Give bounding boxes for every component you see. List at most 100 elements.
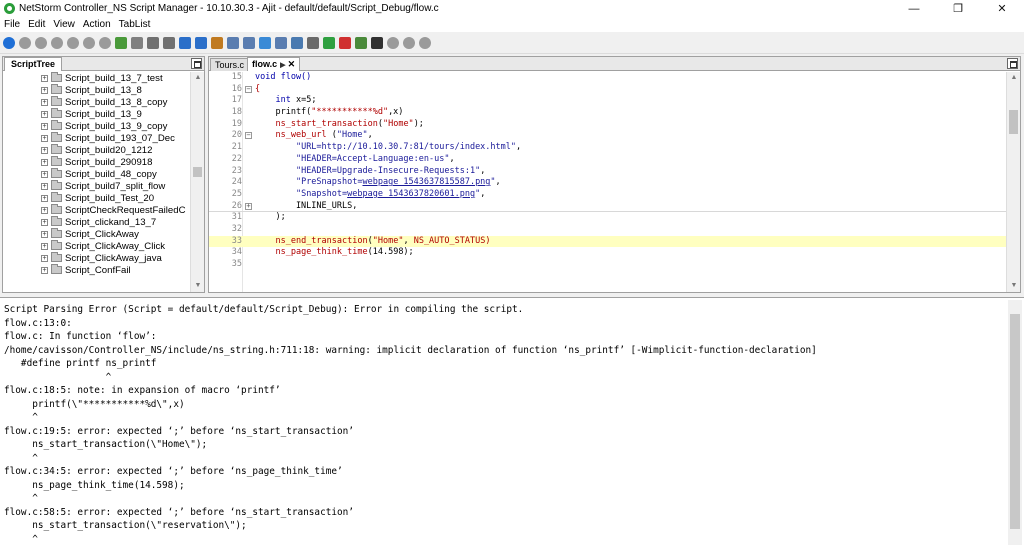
code-token: , — [480, 165, 486, 176]
menu-tablist[interactable]: TabList — [115, 19, 155, 30]
output-line: flow.c:34:5: error: expected ‘;’ before … — [4, 466, 343, 477]
image-icon[interactable] — [291, 36, 303, 49]
tree-item[interactable]: + ScriptCheckRequestFailedC — [41, 204, 190, 216]
expand-fold-icon[interactable]: + — [245, 202, 252, 210]
minimize-button[interactable]: — — [892, 0, 936, 17]
collapse-fold-icon[interactable]: − — [245, 132, 252, 140]
tree-item[interactable]: + Script_ConfFail — [41, 264, 190, 276]
tree-item[interactable]: + Script_build_13_9_copy — [41, 120, 190, 132]
expand-icon[interactable]: + — [41, 230, 48, 238]
record-icon[interactable] — [35, 36, 47, 49]
expand-icon[interactable]: + — [41, 194, 48, 202]
replace-icon[interactable] — [243, 36, 255, 49]
close-button[interactable]: ✕ — [980, 0, 1024, 17]
tree-item[interactable]: + Script_ClickAway — [41, 228, 190, 240]
run-icon[interactable] — [3, 36, 15, 49]
tree-item[interactable]: + Script_build_48_copy — [41, 168, 190, 180]
expand-icon[interactable]: + — [41, 182, 48, 190]
expand-icon[interactable]: + — [41, 122, 48, 130]
alarm-icon[interactable] — [339, 36, 351, 49]
expand-icon[interactable]: + — [41, 266, 48, 274]
tree-item[interactable]: + Script_build_13_7_test — [41, 72, 190, 84]
close-tab-icon[interactable]: ✕ — [288, 59, 296, 69]
scroll-down-icon[interactable]: ▼ — [191, 280, 205, 292]
maximize-panel-icon[interactable] — [191, 58, 202, 69]
tree-item[interactable]: + Script_ClickAway_java — [41, 252, 190, 264]
disk-icon[interactable] — [371, 36, 383, 49]
line-number: 23 — [231, 165, 242, 176]
menu-action[interactable]: Action — [79, 19, 115, 30]
restore-button[interactable]: ❐ — [936, 0, 980, 17]
tab-scripttree[interactable]: ScriptTree — [4, 57, 63, 71]
tab-dropdown-icon[interactable]: ▶ — [280, 62, 285, 69]
menu-view[interactable]: View — [49, 19, 79, 30]
tree-item[interactable]: + Script_clickand_13_7 — [41, 216, 190, 228]
expand-icon[interactable]: + — [41, 86, 48, 94]
tree-item[interactable]: + Script_ClickAway_Click — [41, 240, 190, 252]
copy-icon[interactable] — [147, 36, 159, 49]
pause-icon[interactable] — [51, 36, 63, 49]
tree-item[interactable]: + Script_build_Test_20 — [41, 192, 190, 204]
code-token: ); — [413, 118, 424, 129]
expand-icon[interactable]: + — [41, 158, 48, 166]
expand-icon[interactable]: + — [41, 206, 48, 214]
debug-icon[interactable] — [83, 36, 95, 49]
code-line: 32 — [209, 224, 1006, 236]
scroll-up-icon[interactable]: ▲ — [191, 72, 205, 84]
scroll-down-icon[interactable]: ▼ — [1007, 280, 1021, 292]
comment-icon[interactable] — [99, 36, 111, 49]
folder-icon — [51, 192, 62, 202]
expand-icon[interactable]: + — [41, 74, 48, 82]
code-token: "URL=http://10.10.30.7:81/tours/index.ht… — [295, 142, 517, 153]
tree-item[interactable]: + Script_build_13_8 — [41, 84, 190, 96]
tree-item[interactable]: + Script_build_290918 — [41, 156, 190, 168]
line-number: 35 — [231, 259, 242, 269]
disabled1-icon[interactable] — [387, 36, 399, 49]
maximize-editor-icon[interactable] — [1007, 58, 1018, 69]
download-icon[interactable] — [179, 36, 191, 49]
tree-item[interactable]: + Script_build7_split_flow — [41, 180, 190, 192]
tree-scroll-thumb[interactable] — [193, 167, 202, 177]
expand-icon[interactable]: + — [41, 98, 48, 106]
compile-icon[interactable] — [275, 36, 287, 49]
expand-icon[interactable]: + — [41, 218, 48, 226]
save-icon[interactable] — [131, 36, 143, 49]
select-icon[interactable] — [259, 36, 271, 49]
disabled3-icon[interactable] — [419, 36, 431, 49]
tree-scrollbar[interactable]: ▲ ▼ — [190, 72, 204, 292]
expand-icon[interactable]: + — [41, 170, 48, 178]
output-scrollbar[interactable] — [1008, 300, 1022, 545]
title-bar: NetStorm Controller_NS Script Manager - … — [0, 0, 1024, 17]
scroll-up-icon[interactable]: ▲ — [1007, 72, 1021, 84]
expand-icon[interactable]: + — [41, 110, 48, 118]
tree-item[interactable]: + Script_build20_1212 — [41, 144, 190, 156]
paste-icon[interactable] — [163, 36, 175, 49]
expand-icon[interactable]: + — [41, 242, 48, 250]
output-scroll-thumb[interactable] — [1010, 314, 1020, 529]
tab-tours-c[interactable]: Tours.c — [210, 58, 250, 71]
export-icon[interactable] — [355, 36, 367, 49]
code-area[interactable]: 15 void flow() 16−{17 int x=5; 18 printf("*… — [209, 72, 1006, 292]
settings-icon[interactable] — [211, 36, 223, 49]
disabled2-icon[interactable] — [403, 36, 415, 49]
find-icon[interactable] — [227, 36, 239, 49]
upload-icon[interactable] — [195, 36, 207, 49]
menu-edit[interactable]: Edit — [24, 19, 49, 30]
window-controls: — ❐ ✕ — [892, 0, 1024, 17]
expand-icon[interactable]: + — [41, 146, 48, 154]
report-icon[interactable] — [307, 36, 319, 49]
menu-file[interactable]: File — [0, 19, 24, 30]
tree-item[interactable]: + Script_build_13_8_copy — [41, 96, 190, 108]
refresh-icon[interactable] — [323, 36, 335, 49]
expand-icon[interactable]: + — [41, 134, 48, 142]
tab-flow-c[interactable]: flow.c ▶ ✕ — [247, 57, 301, 71]
expand-icon[interactable]: + — [41, 254, 48, 262]
editor-scrollbar[interactable]: ▲ ▼ — [1006, 72, 1020, 292]
step-icon[interactable] — [67, 36, 79, 49]
editor-scroll-thumb[interactable] — [1009, 110, 1018, 134]
new-script-icon[interactable] — [115, 36, 127, 49]
collapse-fold-icon[interactable]: − — [245, 85, 252, 93]
tree-item[interactable]: + Script_build_193_07_Dec — [41, 132, 190, 144]
tree-item[interactable]: + Script_build_13_9 — [41, 108, 190, 120]
stop-icon[interactable] — [19, 36, 31, 49]
